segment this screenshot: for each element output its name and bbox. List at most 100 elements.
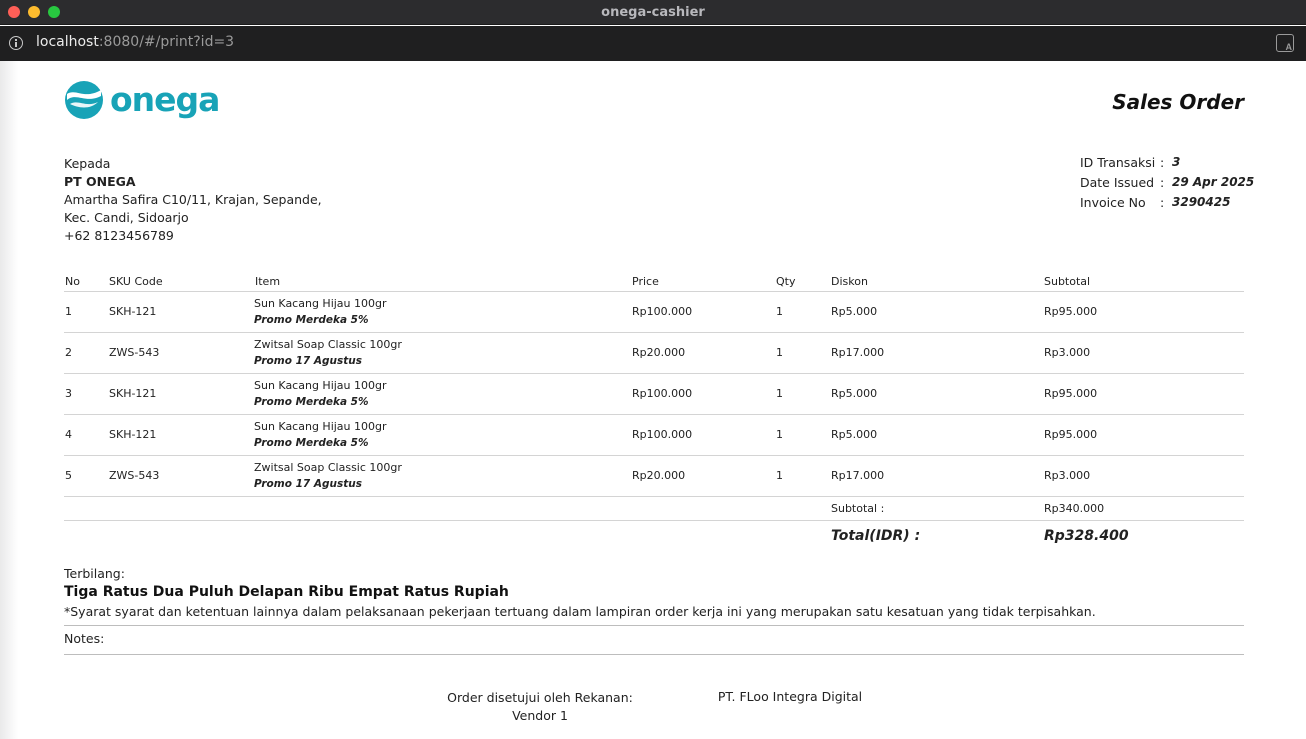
address-bar: localhost:8080/#/print?id=3	[0, 26, 1306, 61]
meta-value: 3290425	[1172, 195, 1231, 209]
cell-item: Zwitsal Soap Classic 100gr Promo 17 Agus…	[254, 337, 402, 369]
recipient-address-line1: Amartha Safira C10/11, Krajan, Sepande,	[64, 192, 322, 207]
meta-label: ID Transaksi	[1080, 155, 1156, 170]
document-title: Sales Order	[1112, 90, 1244, 114]
cell-sku: SKH-121	[109, 387, 157, 400]
cell-subtotal: Rp95.000	[1044, 428, 1098, 441]
item-name: Sun Kacang Hijau 100gr	[254, 420, 387, 433]
meta-row-invoice: Invoice No : 3290425	[1080, 195, 1254, 215]
cell-item: Sun Kacang Hijau 100gr Promo Merdeka 5%	[254, 419, 387, 451]
cell-qty: 1	[776, 428, 783, 441]
cell-price: Rp100.000	[632, 387, 693, 400]
window-titlebar: onega-cashier	[0, 0, 1306, 25]
recipient-company: PT ONEGA	[64, 174, 136, 189]
total-label: Total(IDR) :	[831, 528, 921, 544]
item-promo: Promo Merdeka 5%	[254, 396, 369, 408]
subtotal-row: Subtotal : Rp340.000	[64, 497, 1244, 521]
cell-subtotal: Rp95.000	[1044, 387, 1098, 400]
cell-price: Rp20.000	[632, 469, 686, 482]
cell-item: Sun Kacang Hijau 100gr Promo Merdeka 5%	[254, 378, 387, 410]
cell-no: 1	[65, 305, 72, 318]
item-promo: Promo Merdeka 5%	[254, 314, 369, 326]
subtotal-label: Subtotal :	[831, 502, 885, 515]
cell-price: Rp20.000	[632, 346, 686, 359]
table-row: 4 SKH-121 Sun Kacang Hijau 100gr Promo M…	[64, 415, 1244, 456]
total-value: Rp328.400	[1044, 528, 1129, 544]
cell-subtotal: Rp3.000	[1044, 346, 1091, 359]
meta-label: Invoice No	[1080, 195, 1146, 210]
order-items-table: No SKU Code Item Price Qty Diskon Subtot…	[64, 273, 1244, 551]
cell-discount: Rp17.000	[831, 346, 885, 359]
info-icon[interactable]	[9, 36, 23, 50]
meta-row-id: ID Transaksi : 3	[1080, 155, 1254, 175]
cell-qty: 1	[776, 305, 783, 318]
vendor-signature-name: Vendor 1	[512, 708, 568, 723]
company-signature-title: PT. FLoo Integra Digital	[717, 689, 863, 704]
cell-sku: SKH-121	[109, 428, 157, 441]
item-name: Sun Kacang Hijau 100gr	[254, 379, 387, 392]
header-subtotal: Subtotal	[1044, 275, 1091, 288]
cell-subtotal: Rp3.000	[1044, 469, 1091, 482]
url-path: :8080/#/print?id=3	[98, 34, 235, 50]
logo-text: onega	[110, 80, 220, 119]
recipient-block: Kepada PT ONEGA Amartha Safira C10/11, K…	[64, 155, 322, 245]
translate-icon[interactable]	[1276, 34, 1294, 52]
table-row: 3 SKH-121 Sun Kacang Hijau 100gr Promo M…	[64, 374, 1244, 415]
transaction-meta: ID Transaksi : 3 Date Issued : 29 Apr 20…	[1080, 155, 1254, 215]
table-row: 5 ZWS-543 Zwitsal Soap Classic 100gr Pro…	[64, 456, 1244, 497]
cell-discount: Rp5.000	[831, 428, 878, 441]
cell-price: Rp100.000	[632, 305, 693, 318]
table-row: 2 ZWS-543 Zwitsal Soap Classic 100gr Pro…	[64, 333, 1244, 374]
header-no: No	[65, 275, 80, 288]
cell-no: 4	[65, 428, 72, 441]
item-name: Zwitsal Soap Classic 100gr	[254, 338, 402, 351]
cell-no: 2	[65, 346, 72, 359]
onega-logo-icon	[65, 81, 103, 119]
table-row: 1 SKH-121 Sun Kacang Hijau 100gr Promo M…	[64, 292, 1244, 333]
url-host: localhost	[36, 34, 99, 50]
cell-item: Sun Kacang Hijau 100gr Promo Merdeka 5%	[254, 296, 387, 328]
recipient-address-line2: Kec. Candi, Sidoarjo	[64, 210, 189, 225]
header-discount: Diskon	[831, 275, 868, 288]
recipient-label: Kepada	[64, 156, 111, 171]
subtotal-value: Rp340.000	[1044, 502, 1105, 515]
cell-sku: ZWS-543	[109, 346, 160, 359]
cell-qty: 1	[776, 346, 783, 359]
item-name: Zwitsal Soap Classic 100gr	[254, 461, 402, 474]
url-field[interactable]: localhost:8080/#/print?id=3	[36, 34, 234, 50]
recipient-phone: +62 8123456789	[64, 228, 174, 243]
terms-text: *Syarat syarat dan ketentuan lainnya dal…	[64, 604, 1244, 626]
window-title: onega-cashier	[601, 5, 705, 20]
company-signature: PT. FLoo Integra Digital	[690, 689, 890, 704]
sales-order-document: onega Sales Order Kepada PT ONEGA Amarth…	[0, 61, 1306, 739]
item-promo: Promo 17 Agustus	[254, 355, 362, 367]
terbilang-label: Terbilang:	[64, 566, 125, 581]
header-item: Item	[255, 275, 281, 288]
cell-qty: 1	[776, 469, 783, 482]
notes-label: Notes:	[64, 631, 1244, 655]
cell-discount: Rp17.000	[831, 469, 885, 482]
header-price: Price	[632, 275, 659, 288]
meta-label: Date Issued	[1080, 175, 1155, 190]
total-row: Total(IDR) : Rp328.400	[64, 521, 1244, 551]
cell-discount: Rp5.000	[831, 305, 878, 318]
onega-logo: onega	[64, 80, 220, 122]
table-header: No SKU Code Item Price Qty Diskon Subtot…	[64, 273, 1244, 292]
meta-value: 29 Apr 2025	[1172, 175, 1255, 189]
cell-sku: ZWS-543	[109, 469, 160, 482]
cell-sku: SKH-121	[109, 305, 157, 318]
header-sku: SKU Code	[109, 275, 163, 288]
item-promo: Promo 17 Agustus	[254, 478, 362, 490]
terbilang-value: Tiga Ratus Dua Puluh Delapan Ribu Empat …	[64, 584, 509, 600]
header-qty: Qty	[776, 275, 796, 288]
meta-colon: :	[1160, 195, 1165, 210]
cell-qty: 1	[776, 387, 783, 400]
cell-no: 5	[65, 469, 72, 482]
meta-row-date: Date Issued : 29 Apr 2025	[1080, 175, 1254, 195]
meta-colon: :	[1160, 175, 1165, 190]
vendor-signature: Order disetujui oleh Rekanan: Vendor 1	[440, 689, 640, 725]
meta-value: 3	[1172, 155, 1181, 169]
cell-no: 3	[65, 387, 72, 400]
item-name: Sun Kacang Hijau 100gr	[254, 297, 387, 310]
vendor-signature-title: Order disetujui oleh Rekanan:	[447, 690, 633, 705]
